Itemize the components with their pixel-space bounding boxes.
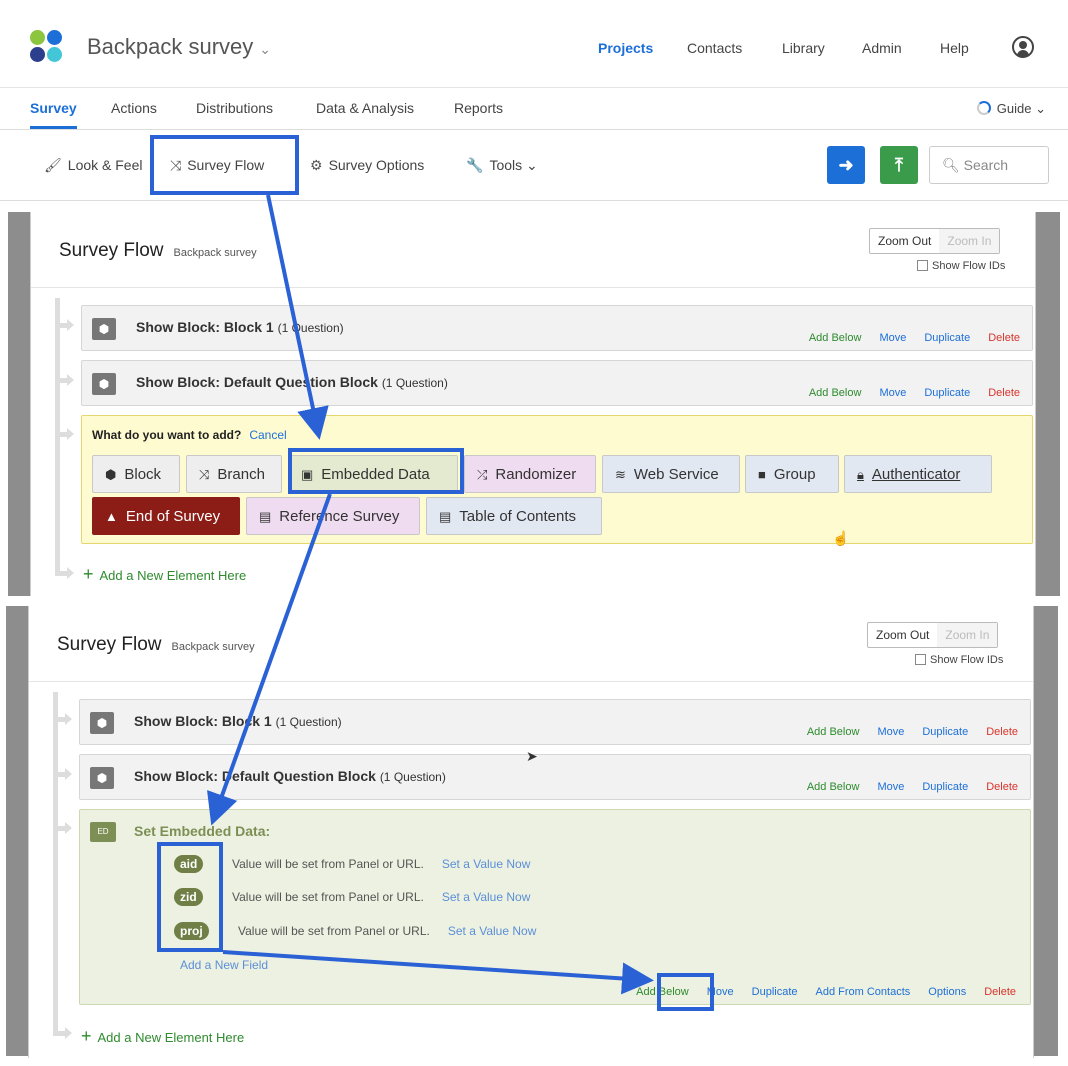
annotation-arrows — [207, 194, 654, 995]
arrow-to-embedded-data — [266, 194, 329, 440]
arrow-to-move — [222, 950, 654, 995]
arrow-to-embedded-fields — [207, 493, 332, 826]
